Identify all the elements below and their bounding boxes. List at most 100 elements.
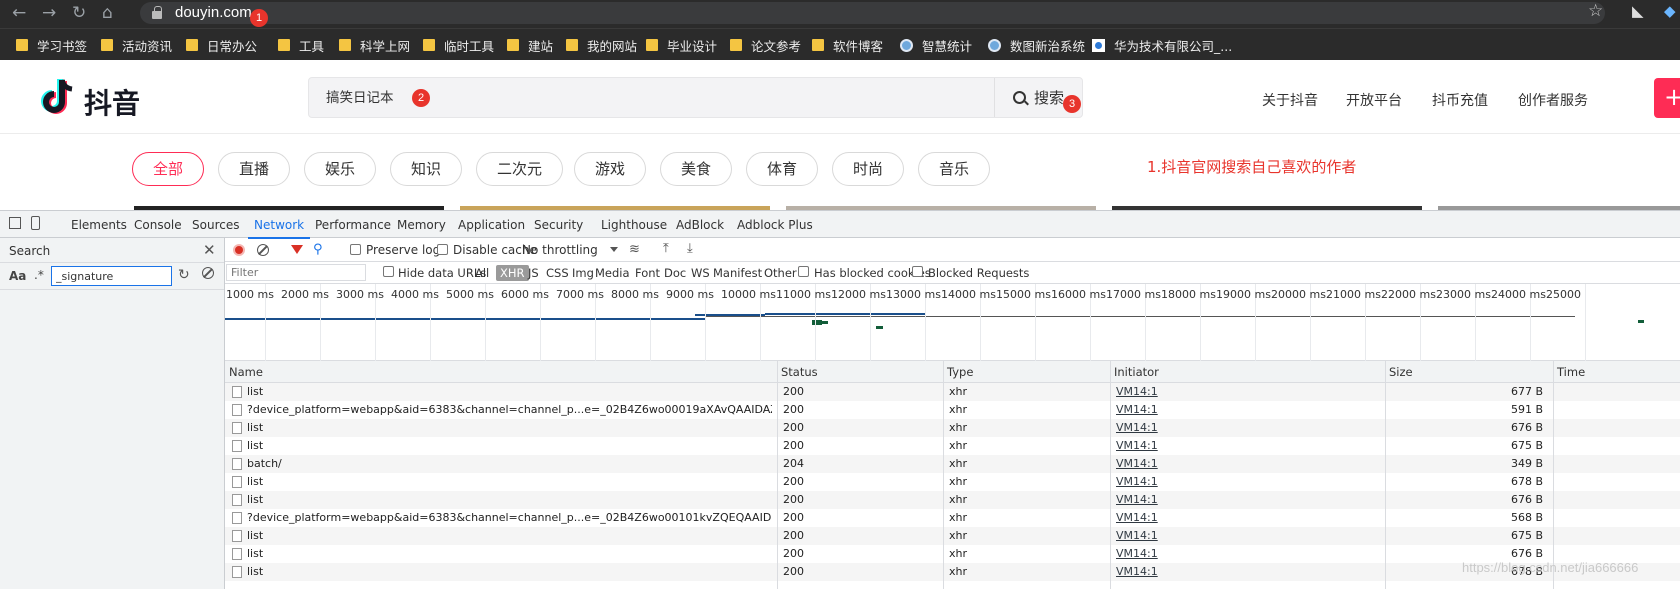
chevron-down-icon[interactable] bbox=[610, 247, 618, 252]
regex-toggle[interactable]: .* bbox=[34, 268, 44, 282]
tab-application[interactable]: Application bbox=[458, 218, 525, 232]
tab-adblock[interactable]: AdBlock bbox=[676, 218, 724, 232]
category-pill[interactable]: 直播 bbox=[218, 152, 291, 186]
blocked-requests-checkbox[interactable] bbox=[912, 266, 923, 277]
category-pill[interactable]: 体育 bbox=[746, 152, 819, 186]
filter-type-all[interactable]: All bbox=[475, 266, 489, 280]
category-pill[interactable]: 二次元 bbox=[476, 152, 564, 186]
request-initiator[interactable]: VM14:1 bbox=[1116, 385, 1316, 398]
has-blocked-cookies-checkbox[interactable] bbox=[798, 266, 809, 277]
request-initiator[interactable]: VM14:1 bbox=[1116, 529, 1316, 542]
request-initiator[interactable]: VM14:1 bbox=[1116, 493, 1316, 506]
column-divider[interactable] bbox=[1553, 361, 1554, 589]
tab-network[interactable]: Network bbox=[247, 218, 311, 239]
bookmark-item[interactable]: 日常办公 bbox=[186, 36, 257, 54]
link-open-platform[interactable]: 开放平台 bbox=[1346, 90, 1402, 110]
device-toolbar-icon[interactable] bbox=[31, 216, 40, 230]
category-pill[interactable]: 娱乐 bbox=[304, 152, 377, 186]
column-divider[interactable] bbox=[777, 361, 778, 589]
bookmark-item[interactable]: 建站 bbox=[507, 36, 553, 54]
bookmark-item[interactable]: 论文参考 bbox=[730, 36, 801, 54]
tab-elements[interactable]: Elements bbox=[71, 218, 127, 232]
import-har-icon[interactable]: ⤒ bbox=[663, 241, 669, 256]
search-query-input[interactable] bbox=[51, 266, 172, 286]
bookmark-item[interactable]: 智慧统计 bbox=[900, 36, 972, 54]
request-initiator[interactable]: VM14:1 bbox=[1116, 421, 1316, 434]
request-initiator[interactable]: VM14:1 bbox=[1116, 565, 1316, 578]
table-row[interactable]: list 200 xhr VM14:1 676 B bbox=[225, 419, 1680, 437]
logo-text[interactable]: 抖音 bbox=[84, 82, 140, 122]
table-row[interactable]: list 200 xhr VM14:1 676 B bbox=[225, 491, 1680, 509]
timeline-overview[interactable]: 1000 ms 2000 ms 3000 ms 4000 ms 5000 ms 6000 … bbox=[225, 284, 1680, 361]
request-initiator[interactable]: VM14:1 bbox=[1116, 403, 1316, 416]
bookmark-item[interactable]: 临时工具 bbox=[423, 36, 494, 54]
tab-security[interactable]: Security bbox=[534, 218, 583, 232]
filter-type-media[interactable]: Media bbox=[595, 266, 630, 280]
preserve-log-checkbox[interactable] bbox=[350, 244, 361, 255]
request-initiator[interactable]: VM14:1 bbox=[1116, 457, 1316, 470]
throttling-select[interactable]: No throttling bbox=[522, 243, 598, 257]
link-recharge[interactable]: 抖币充值 bbox=[1432, 90, 1488, 110]
filter-type-font[interactable]: Font bbox=[635, 266, 660, 280]
star-icon[interactable]: ☆ bbox=[1588, 1, 1603, 21]
filter-type-manifest[interactable]: Manifest bbox=[713, 266, 762, 280]
table-row[interactable]: batch/204 xhr VM14:1 349 B bbox=[225, 455, 1680, 473]
douyin-logo-icon[interactable] bbox=[40, 76, 76, 116]
category-pill[interactable]: 游戏 bbox=[574, 152, 647, 186]
column-header-size[interactable]: Size bbox=[1389, 365, 1413, 379]
column-divider[interactable] bbox=[1110, 361, 1111, 589]
network-conditions-icon[interactable]: ≋ bbox=[629, 242, 640, 257]
extension-icon[interactable]: ◣ bbox=[1632, 2, 1644, 20]
match-case-toggle[interactable]: Aa bbox=[9, 269, 26, 283]
category-pill[interactable]: 全部 bbox=[132, 152, 205, 186]
table-row[interactable]: list 200 xhr VM14:1 677 B bbox=[225, 383, 1680, 401]
category-pill[interactable]: 时尚 bbox=[832, 152, 905, 186]
column-divider[interactable] bbox=[1385, 361, 1386, 589]
disable-cache-checkbox[interactable] bbox=[437, 244, 448, 255]
column-header-name[interactable]: Name bbox=[229, 365, 263, 379]
address-bar[interactable]: douyin.com bbox=[140, 2, 1605, 24]
table-row[interactable]: list 200 xhr VM14:1 675 B bbox=[225, 437, 1680, 455]
tab-sources[interactable]: Sources bbox=[192, 218, 239, 232]
hide-data-urls-checkbox[interactable] bbox=[383, 266, 394, 277]
home-icon[interactable]: ⌂ bbox=[102, 3, 113, 23]
bookmark-item[interactable]: 软件博客 bbox=[812, 36, 883, 54]
bookmark-item[interactable]: 数图新治系统 bbox=[988, 36, 1085, 54]
column-header-time[interactable]: Time bbox=[1557, 365, 1585, 379]
filter-type-css[interactable]: CSS bbox=[546, 266, 569, 280]
filter-type-js[interactable]: JS bbox=[528, 266, 539, 280]
link-about[interactable]: 关于抖音 bbox=[1262, 90, 1318, 110]
tab-memory[interactable]: Memory bbox=[397, 218, 446, 232]
table-row[interactable]: list 200 xhr VM14:1 675 B bbox=[225, 527, 1680, 545]
request-initiator[interactable]: VM14:1 bbox=[1116, 439, 1316, 452]
clear-icon[interactable] bbox=[202, 267, 214, 279]
tab-lighthouse[interactable]: Lighthouse bbox=[601, 218, 667, 232]
filter-type-xhr[interactable]: XHR bbox=[496, 265, 529, 281]
request-initiator[interactable]: VM14:1 bbox=[1116, 547, 1316, 560]
category-pill[interactable]: 音乐 bbox=[918, 152, 991, 186]
link-creator-service[interactable]: 创作者服务 bbox=[1518, 90, 1588, 110]
tab-console[interactable]: Console bbox=[134, 218, 182, 232]
record-icon[interactable] bbox=[233, 244, 245, 256]
filter-type-img[interactable]: Img bbox=[572, 266, 594, 280]
filter-input[interactable] bbox=[226, 264, 366, 281]
close-icon[interactable]: ✕ bbox=[203, 241, 216, 259]
column-divider[interactable] bbox=[943, 361, 944, 589]
category-pill[interactable]: 知识 bbox=[390, 152, 463, 186]
bookmark-item[interactable]: 科学上网 bbox=[339, 36, 410, 54]
table-row[interactable]: ?device_platform=webapp&aid=6383&channel… bbox=[225, 401, 1680, 419]
bookmark-item[interactable]: 我的网站 bbox=[566, 36, 637, 54]
bookmark-item[interactable]: 工具 bbox=[278, 36, 324, 54]
filter-type-ws[interactable]: WS bbox=[691, 266, 710, 280]
table-row[interactable]: ?device_platform=webapp&aid=6383&channel… bbox=[225, 509, 1680, 527]
request-initiator[interactable]: VM14:1 bbox=[1116, 511, 1316, 524]
filter-type-doc[interactable]: Doc bbox=[664, 266, 686, 280]
reload-icon[interactable]: ↻ bbox=[72, 3, 86, 23]
column-header-type[interactable]: Type bbox=[947, 365, 973, 379]
clear-log-icon[interactable] bbox=[257, 244, 269, 256]
tab-adblock-plus[interactable]: Adblock Plus bbox=[737, 218, 813, 232]
back-arrow-icon[interactable]: ← bbox=[12, 3, 26, 23]
request-initiator[interactable]: VM14:1 bbox=[1116, 475, 1316, 488]
bookmark-item[interactable]: 活动资讯 bbox=[101, 36, 172, 54]
tab-performance[interactable]: Performance bbox=[315, 218, 391, 232]
